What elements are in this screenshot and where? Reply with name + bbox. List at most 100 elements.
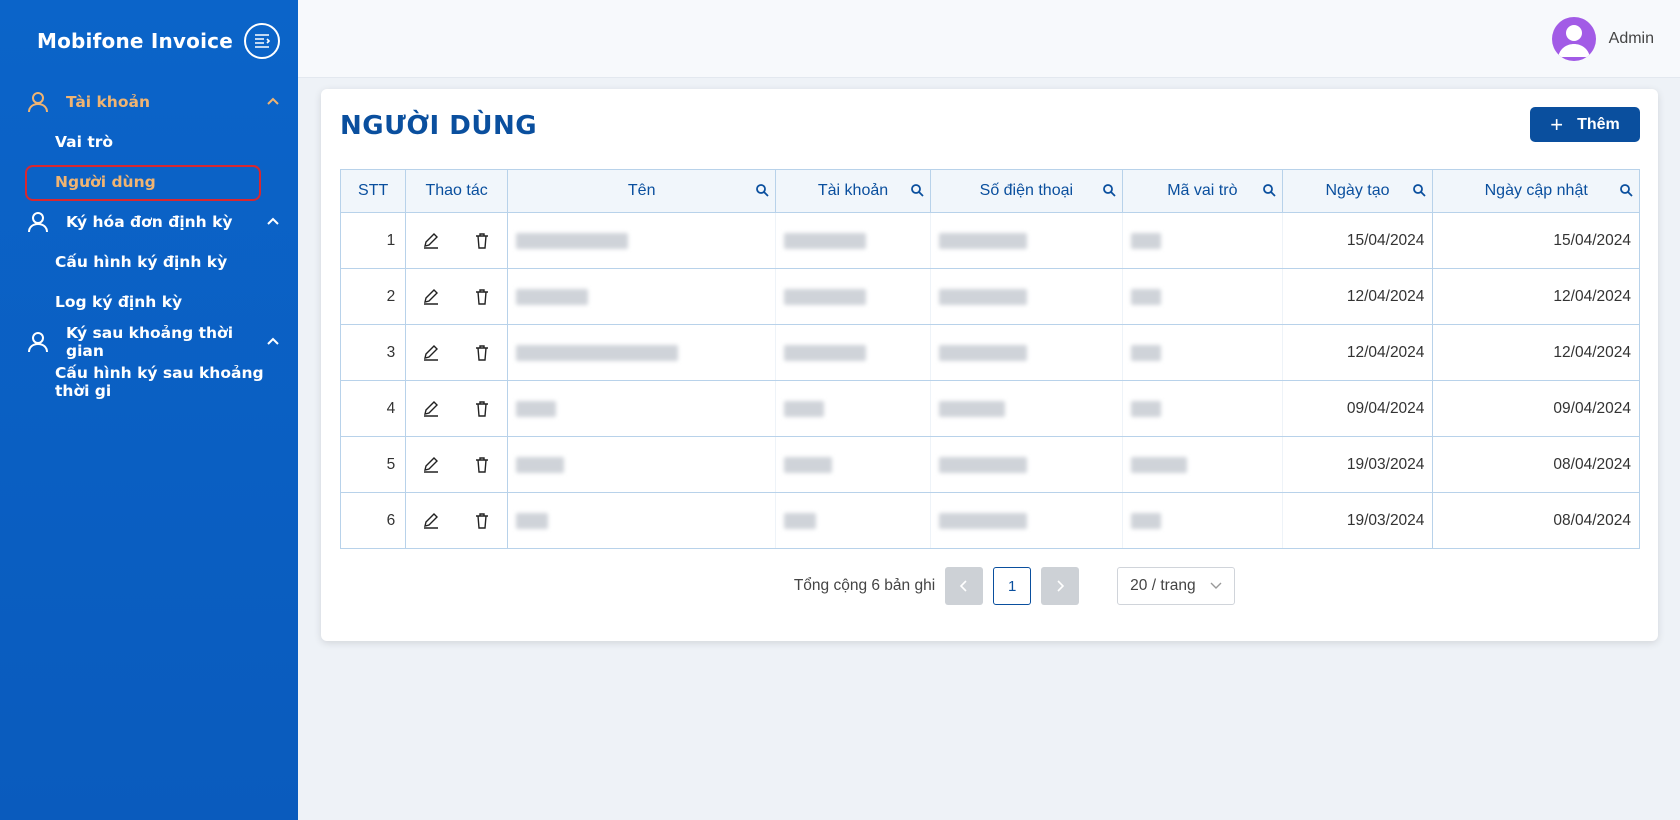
sidebar-group-periodic-sign[interactable]: Ký hóa đơn định kỳ bbox=[0, 202, 298, 242]
cell-stt: 6 bbox=[339, 492, 407, 549]
cell-account bbox=[775, 324, 931, 381]
column-header-account: Tài khoản bbox=[775, 169, 931, 213]
search-icon[interactable] bbox=[1619, 183, 1633, 197]
brand-logo: Mobifone Invoice bbox=[37, 29, 233, 53]
cell-updated: 08/04/2024 bbox=[1432, 436, 1640, 493]
chevron-up-icon bbox=[266, 95, 280, 109]
sidebar-group-delay-sign[interactable]: Ký sau khoảng thời gian bbox=[0, 322, 298, 362]
cell-account bbox=[775, 492, 931, 549]
cell-stt: 1 bbox=[339, 212, 407, 269]
cell-created: 12/04/2024 bbox=[1281, 268, 1434, 325]
cell-account bbox=[775, 268, 931, 325]
next-page-button[interactable] bbox=[1041, 567, 1080, 605]
brand-row: Mobifone Invoice bbox=[0, 0, 298, 82]
column-header-actions: Thao tác bbox=[405, 169, 508, 213]
cell-name bbox=[506, 268, 777, 325]
edit-icon[interactable] bbox=[422, 232, 440, 250]
sidebar-group-account[interactable]: Tài khoản bbox=[0, 82, 298, 122]
search-icon[interactable] bbox=[1102, 183, 1116, 197]
column-header-updated: Ngày cập nhật bbox=[1432, 169, 1640, 213]
cell-updated: 15/04/2024 bbox=[1432, 212, 1640, 269]
page-size-value: 20 / trang bbox=[1130, 577, 1196, 594]
chevron-up-icon bbox=[266, 335, 280, 349]
edit-icon[interactable] bbox=[422, 344, 440, 362]
chevron-up-icon bbox=[266, 215, 280, 229]
cell-created: 19/03/2024 bbox=[1281, 436, 1434, 493]
cell-actions bbox=[405, 268, 508, 325]
cell-phone bbox=[929, 268, 1124, 325]
chevron-right-icon bbox=[1057, 580, 1065, 592]
edit-icon[interactable] bbox=[422, 512, 440, 530]
edit-icon[interactable] bbox=[422, 400, 440, 418]
cell-phone bbox=[929, 212, 1124, 269]
cell-stt: 3 bbox=[339, 324, 407, 381]
edit-icon[interactable] bbox=[422, 288, 440, 306]
cell-actions bbox=[405, 380, 508, 437]
sidebar: Mobifone Invoice Tài khoản Vai trò Người… bbox=[0, 0, 298, 820]
add-button-label: Thêm bbox=[1577, 115, 1620, 133]
page-title: NGƯỜI DÙNG bbox=[340, 111, 538, 141]
cell-actions bbox=[405, 324, 508, 381]
user-icon bbox=[26, 210, 50, 234]
cell-actions bbox=[405, 492, 508, 549]
avatar[interactable] bbox=[1551, 16, 1596, 61]
search-icon[interactable] bbox=[910, 183, 924, 197]
total-records: Tổng cộng 6 bản ghi bbox=[793, 577, 936, 594]
cell-stt: 5 bbox=[339, 436, 407, 493]
user-icon bbox=[26, 90, 50, 114]
menu-collapse-icon bbox=[255, 34, 270, 48]
cell-role-code bbox=[1122, 324, 1283, 381]
search-icon[interactable] bbox=[1412, 183, 1427, 197]
search-icon[interactable] bbox=[755, 183, 770, 197]
column-header-stt: STT bbox=[339, 169, 407, 213]
table-row: 1 15/04/2024 15/04/2024 bbox=[339, 212, 1640, 269]
cell-phone bbox=[929, 436, 1124, 493]
cell-role-code bbox=[1122, 380, 1283, 437]
prev-page-button[interactable] bbox=[945, 567, 984, 605]
delete-icon[interactable] bbox=[473, 344, 491, 362]
column-header-phone: Số điện thoại bbox=[929, 169, 1124, 213]
cell-role-code bbox=[1122, 268, 1283, 325]
delete-icon[interactable] bbox=[473, 400, 491, 418]
delete-icon[interactable] bbox=[473, 512, 491, 530]
chevron-left-icon bbox=[960, 580, 967, 592]
table-header-row: STT Thao tác Tên Tài khoản Số điện thoại… bbox=[339, 169, 1640, 213]
sidebar-item-roles[interactable]: Vai trò bbox=[0, 122, 298, 162]
sidebar-group-label: Ký hóa đơn định kỳ bbox=[66, 213, 233, 231]
cell-stt: 4 bbox=[339, 380, 407, 437]
cell-updated: 09/04/2024 bbox=[1432, 380, 1640, 437]
sidebar-group-label: Tài khoản bbox=[66, 93, 150, 111]
user-name[interactable]: Admin bbox=[1609, 30, 1654, 48]
cell-created: 15/04/2024 bbox=[1281, 212, 1434, 269]
cell-actions bbox=[405, 212, 508, 269]
users-card: NGƯỜI DÙNG + Thêm STT Thao tác Tên Tài k… bbox=[321, 89, 1658, 641]
chevron-down-icon bbox=[1210, 582, 1222, 589]
cell-role-code bbox=[1122, 212, 1283, 269]
sidebar-group-label: Ký sau khoảng thời gian bbox=[66, 324, 234, 360]
user-avatar-icon bbox=[1557, 24, 1590, 57]
sidebar-item-periodic-log[interactable]: Log ký định kỳ bbox=[0, 282, 298, 322]
delete-icon[interactable] bbox=[473, 232, 491, 250]
sidebar-item-periodic-config[interactable]: Cấu hình ký định kỳ bbox=[0, 242, 298, 282]
menu-toggle-button[interactable] bbox=[244, 23, 280, 59]
cell-phone bbox=[929, 380, 1124, 437]
page-button-current[interactable]: 1 bbox=[993, 567, 1032, 605]
cell-stt: 2 bbox=[339, 268, 407, 325]
page-size-select[interactable]: 20 / trang bbox=[1117, 567, 1236, 605]
column-header-name: Tên bbox=[506, 169, 777, 213]
cell-account bbox=[775, 380, 931, 437]
topbar: Admin bbox=[298, 0, 1680, 78]
delete-icon[interactable] bbox=[473, 456, 491, 474]
delete-icon[interactable] bbox=[473, 288, 491, 306]
table-row: 2 12/04/2024 12/04/2024 bbox=[339, 268, 1640, 325]
plus-icon: + bbox=[1550, 111, 1564, 137]
sidebar-item-delay-config[interactable]: Cấu hình ký sau khoảng thời gi bbox=[0, 362, 298, 402]
sidebar-item-users[interactable]: Người dùng bbox=[0, 162, 298, 202]
add-user-button[interactable]: + Thêm bbox=[1530, 107, 1640, 142]
search-icon[interactable] bbox=[1262, 183, 1276, 197]
cell-name bbox=[506, 212, 777, 269]
cell-role-code bbox=[1122, 436, 1283, 493]
cell-updated: 08/04/2024 bbox=[1432, 492, 1640, 549]
cell-name bbox=[506, 380, 777, 437]
edit-icon[interactable] bbox=[422, 456, 440, 474]
